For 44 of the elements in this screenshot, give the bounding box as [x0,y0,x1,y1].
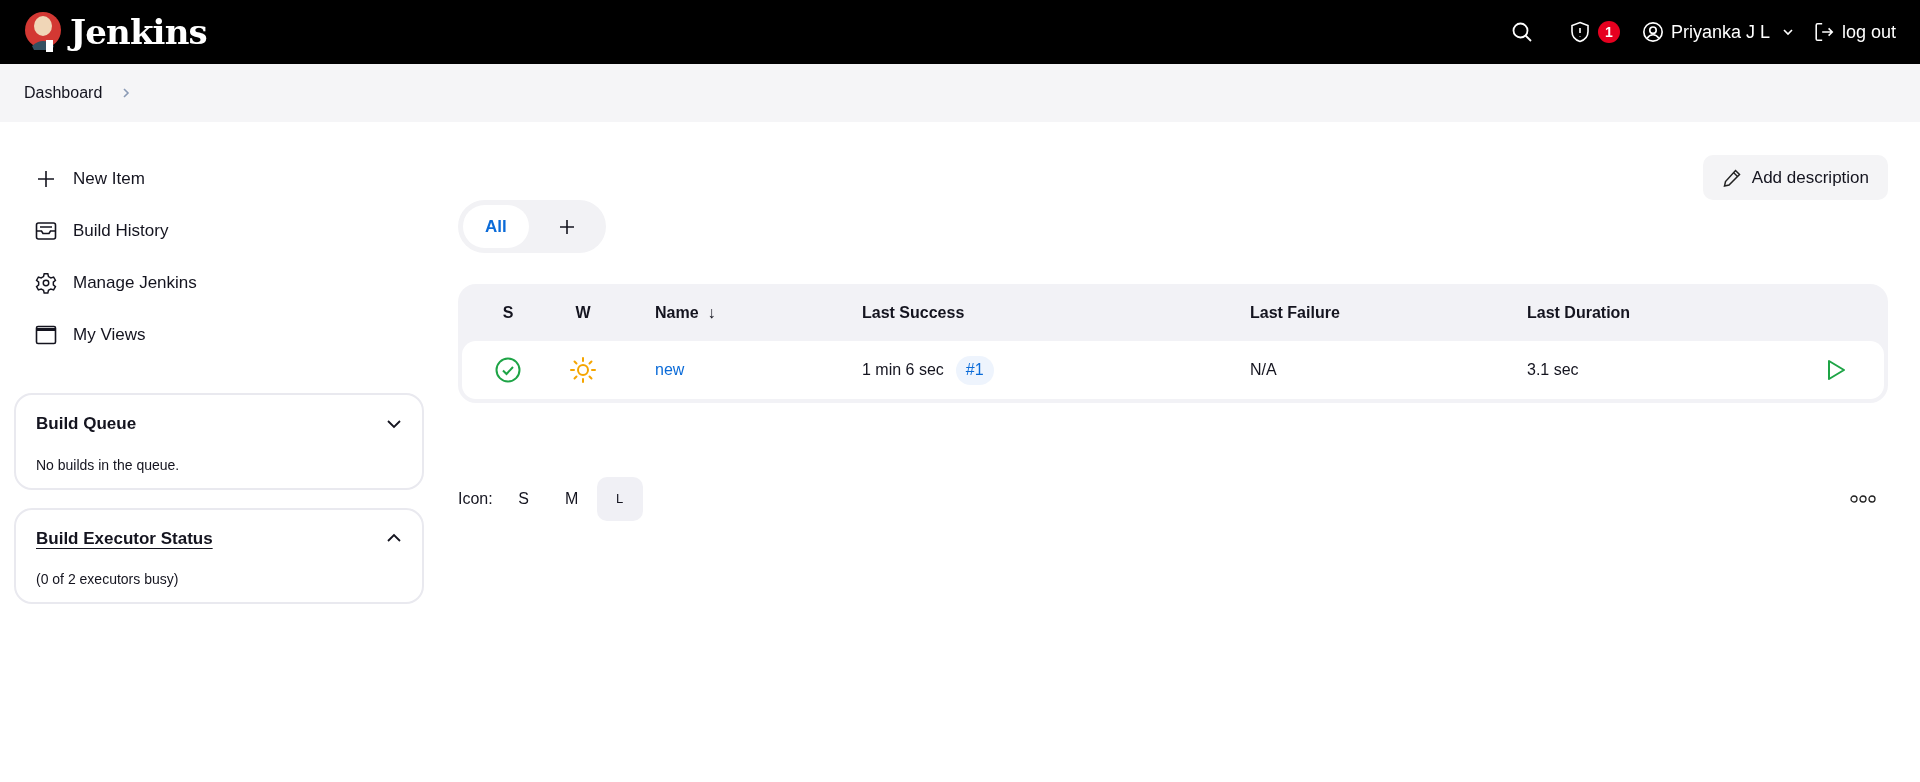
icon-size-label: Icon: [458,489,493,509]
sidebar-link[interactable]: My Views [35,309,424,361]
icon-size-option[interactable]: M [548,477,595,521]
plus-icon [36,169,56,189]
sidebar-link[interactable]: Build History [35,205,424,257]
chevron-down-icon[interactable] [386,418,402,429]
window-icon [35,324,57,346]
plus-icon [558,218,575,235]
add-description-button[interactable]: Add description [1702,155,1888,200]
sun-icon [569,356,597,384]
logout-link[interactable]: log out [1812,18,1896,46]
alert-count-badge[interactable]: 1 [1597,21,1620,43]
column-header: Last Duration [1527,302,1632,323]
build-number-link[interactable]: #1 [955,355,994,385]
success-check-icon [495,357,521,383]
column-header[interactable]: Name ↓ [612,300,862,325]
column-header: Last Success [862,302,966,323]
view-tab[interactable]: All [463,205,529,248]
sidebar-link[interactable]: New Item [35,153,424,205]
inbox-icon [35,220,57,242]
user-icon [1641,21,1664,43]
icon-size-option[interactable]: S [500,477,547,521]
logo-icon[interactable] [24,10,62,54]
icon-size-option[interactable]: L [596,477,643,521]
panel-text: (0 of 2 executors busy) [36,570,180,589]
logout-icon [1812,21,1835,43]
panel-title: Build Queue [36,413,137,435]
panel-title-link[interactable]: Build Executor Status [36,525,213,551]
pencil-icon [1721,167,1742,188]
table-cell: 3.1 sec [1527,361,1579,378]
panel-text: No builds in the queue. [36,455,181,475]
sidebar-link[interactable]: Manage Jenkins [35,257,424,309]
table-cell: N/A [1250,361,1277,378]
chevron-up-icon[interactable] [386,533,402,544]
more-options-icon[interactable] [1850,495,1876,503]
table-cell-text: 1 min 6 sec [862,360,944,380]
column-header: S [501,302,515,323]
breadcrumb-link[interactable]: Dashboard [24,81,103,105]
play-icon[interactable] [1826,359,1846,381]
user-menu[interactable]: Priyanka J L [1641,18,1795,46]
gear-icon [35,272,57,294]
column-header: Last Failure [1250,302,1341,323]
job-name-link[interactable]: new [655,361,685,378]
column-header: W [574,302,592,323]
